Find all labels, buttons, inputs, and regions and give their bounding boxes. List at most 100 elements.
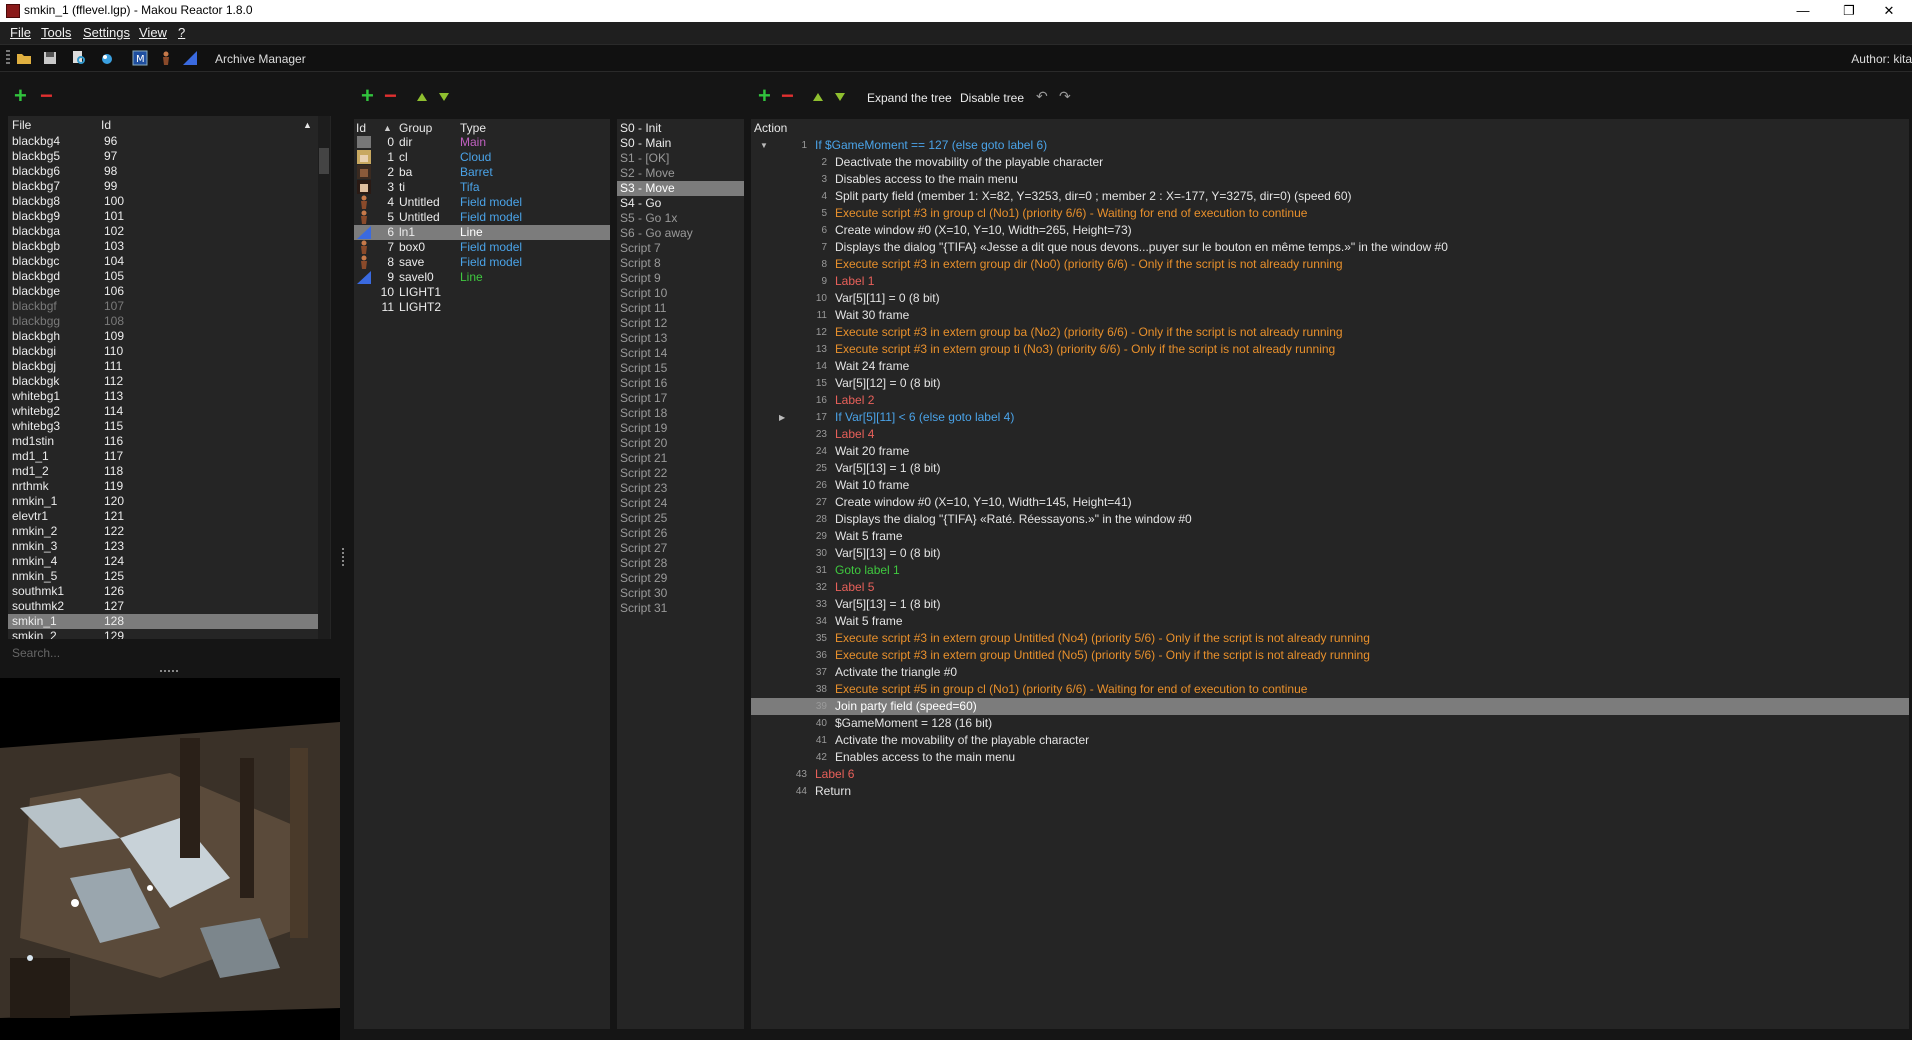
file-list-scrollbar[interactable] [318, 116, 330, 639]
file-list-row[interactable]: nrthmk 119 [8, 479, 318, 494]
group-list-row[interactable]: 11 LIGHT2 [354, 300, 610, 315]
file-list-row[interactable]: blackbg9 101 [8, 209, 318, 224]
action-column-header[interactable]: Action [754, 119, 787, 137]
id-column-header[interactable]: Id [101, 116, 111, 134]
file-list-row[interactable]: blackbg7 99 [8, 179, 318, 194]
action-row[interactable]: ▶ 17 If Var[5][11] < 6 (else goto label 4) [751, 409, 1909, 426]
script-list-row[interactable]: Script 17 [617, 391, 744, 406]
move-action-up-icon[interactable] [813, 93, 823, 101]
file-list-row[interactable]: blackbgj 111 [8, 359, 318, 374]
action-row[interactable]: 39 Join party field (speed=60) [751, 698, 1909, 715]
remove-group-icon[interactable]: − [384, 85, 397, 107]
file-list-row[interactable]: blackbgb 103 [8, 239, 318, 254]
action-row[interactable]: 37 Activate the triangle #0 [751, 664, 1909, 681]
vertical-splitter-handle-icon[interactable] [342, 548, 344, 568]
action-row[interactable]: 41 Activate the movability of the playabl… [751, 732, 1909, 749]
file-list-row[interactable]: blackbgc 104 [8, 254, 318, 269]
file-list-row[interactable]: blackbg8 100 [8, 194, 318, 209]
group-list-row[interactable]: 7 box0 Field model [354, 240, 610, 255]
script-list-row[interactable]: Script 21 [617, 451, 744, 466]
minimize-button[interactable]: — [1780, 0, 1826, 22]
action-row[interactable]: 40 $GameMoment = 128 (16 bit) [751, 715, 1909, 732]
menu-help[interactable]: ? [178, 25, 185, 40]
open-folder-icon[interactable] [16, 50, 32, 66]
action-row[interactable]: 5 Execute script #3 in group cl (No1) (pr… [751, 205, 1909, 222]
expand-arrow-icon[interactable]: ▶ [779, 409, 785, 426]
action-row[interactable]: 25 Var[5][13] = 1 (8 bit) [751, 460, 1909, 477]
file-list-row[interactable]: nmkin_3 123 [8, 539, 318, 554]
script-list-row[interactable]: Script 12 [617, 316, 744, 331]
script-list-row[interactable]: Script 7 [617, 241, 744, 256]
script-list-row[interactable]: S4 - Go [617, 196, 744, 211]
action-row[interactable]: 35 Execute script #3 in extern group Unti… [751, 630, 1909, 647]
action-row[interactable]: 14 Wait 24 frame [751, 358, 1909, 375]
script-list-row[interactable]: Script 30 [617, 586, 744, 601]
action-row[interactable]: 23 Label 4 [751, 426, 1909, 443]
group-list-row[interactable]: 8 save Field model [354, 255, 610, 270]
file-list-row[interactable]: blackbgk 112 [8, 374, 318, 389]
add-action-icon[interactable]: + [758, 85, 771, 107]
group-list-row[interactable]: 10 LIGHT1 [354, 285, 610, 300]
file-search-input[interactable]: Search... [12, 646, 60, 660]
group-list-row[interactable]: 6 ln1 Line [354, 225, 610, 240]
action-row[interactable]: 38 Execute script #5 in group cl (No1) (p… [751, 681, 1909, 698]
action-row[interactable]: 27 Create window #0 (X=10, Y=10, Width=14… [751, 494, 1909, 511]
archive-manager-button[interactable]: Archive Manager [215, 52, 306, 66]
action-row[interactable]: 15 Var[5][12] = 0 (8 bit) [751, 375, 1909, 392]
file-column-header[interactable]: File [12, 116, 31, 134]
file-list-row[interactable]: whitebg1 113 [8, 389, 318, 404]
script-list-row[interactable]: Script 8 [617, 256, 744, 271]
script-list-row[interactable]: Script 18 [617, 406, 744, 421]
script-list-row[interactable]: Script 26 [617, 526, 744, 541]
action-row[interactable]: 29 Wait 5 frame [751, 528, 1909, 545]
action-row[interactable]: 10 Var[5][11] = 0 (8 bit) [751, 290, 1909, 307]
script-list-row[interactable]: S5 - Go 1x [617, 211, 744, 226]
action-row[interactable]: 11 Wait 30 frame [751, 307, 1909, 324]
file-list-row[interactable]: smkin_1 128 [8, 614, 318, 629]
action-row[interactable]: 31 Goto label 1 [751, 562, 1909, 579]
file-list-row[interactable]: blackbg5 97 [8, 149, 318, 164]
script-list-row[interactable]: Script 24 [617, 496, 744, 511]
script-list-row[interactable]: S0 - Init [617, 121, 744, 136]
action-row[interactable]: 26 Wait 10 frame [751, 477, 1909, 494]
save-icon[interactable] [42, 50, 58, 66]
collapse-arrow-icon[interactable]: ▼ [760, 137, 768, 154]
splitter-handle-icon[interactable] [160, 670, 180, 672]
action-row[interactable]: 12 Execute script #3 in extern group ba (… [751, 324, 1909, 341]
group-list[interactable]: Id ▲ Group Type 0 dir Main 1 cl Cloud 2 ba Barre… [354, 119, 610, 1029]
ball-icon[interactable] [99, 50, 115, 66]
character-icon[interactable] [158, 50, 174, 66]
action-row[interactable]: 34 Wait 5 frame [751, 613, 1909, 630]
script-list-row[interactable]: Script 22 [617, 466, 744, 481]
walkmesh-icon[interactable] [182, 50, 198, 66]
remove-action-icon[interactable]: − [781, 85, 794, 107]
group-list-row[interactable]: 1 cl Cloud [354, 150, 610, 165]
redo-icon[interactable]: ↷ [1059, 88, 1071, 105]
expand-tree-button[interactable]: Expand the tree [867, 91, 952, 105]
file-list-row[interactable]: whitebg2 114 [8, 404, 318, 419]
script-list-row[interactable]: Script 15 [617, 361, 744, 376]
group-list-row[interactable]: 3 ti Tifa [354, 180, 610, 195]
menu-settings[interactable]: Settings [83, 25, 130, 40]
group-list-row[interactable]: 5 Untitled Field model [354, 210, 610, 225]
add-file-icon[interactable]: + [14, 85, 27, 107]
action-row[interactable]: 32 Label 5 [751, 579, 1909, 596]
script-list-row[interactable]: Script 10 [617, 286, 744, 301]
file-list-row[interactable]: smkin_2 129 [8, 629, 318, 639]
script-list-row[interactable]: Script 29 [617, 571, 744, 586]
action-list[interactable]: Action ▼ 1 If $GameMoment == 127 (else got… [751, 119, 1909, 1029]
action-row[interactable]: 36 Execute script #3 in extern group Unti… [751, 647, 1909, 664]
action-row[interactable]: 2 Deactivate the movability of the playab… [751, 154, 1909, 171]
file-list-row[interactable]: blackbge 106 [8, 284, 318, 299]
script-list-row[interactable]: S1 - [OK] [617, 151, 744, 166]
script-list-row[interactable]: Script 31 [617, 601, 744, 616]
script-list-row[interactable]: Script 16 [617, 376, 744, 391]
file-list-row[interactable]: blackbgh 109 [8, 329, 318, 344]
file-list-row[interactable]: blackbgg 108 [8, 314, 318, 329]
group-list-row[interactable]: 9 savel0 Line [354, 270, 610, 285]
script-list-row[interactable]: S3 - Move [617, 181, 744, 196]
file-list-row[interactable]: blackbgi 110 [8, 344, 318, 359]
action-row[interactable]: 16 Label 2 [751, 392, 1909, 409]
model-m-icon[interactable]: M [132, 50, 148, 66]
group-list-row[interactable]: 4 Untitled Field model [354, 195, 610, 210]
